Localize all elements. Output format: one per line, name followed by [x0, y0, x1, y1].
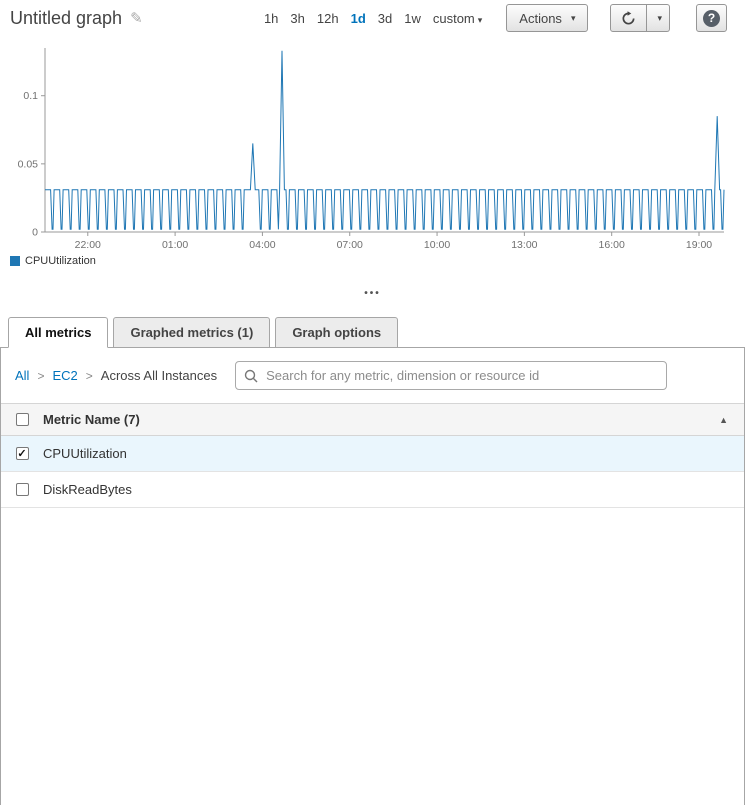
time-range-3d[interactable]: 3d: [378, 11, 392, 26]
search-input[interactable]: [235, 361, 667, 390]
actions-label: Actions: [519, 11, 562, 26]
refresh-dropdown-button[interactable]: ▾: [647, 4, 670, 32]
actions-button[interactable]: Actions ▾: [506, 4, 588, 32]
resize-handle[interactable]: •••: [0, 269, 745, 317]
svg-text:01:00: 01:00: [162, 239, 188, 248]
breadcrumb-item-across-all-instances: Across All Instances: [101, 368, 217, 383]
grip-icon: •••: [364, 288, 381, 299]
tab-graphed-metrics-1[interactable]: Graphed metrics (1): [113, 317, 270, 348]
breadcrumb-item-all[interactable]: All: [15, 368, 29, 383]
time-range-3h[interactable]: 3h: [290, 11, 304, 26]
chevron-down-icon: ▾: [571, 13, 576, 24]
select-all-cell: [1, 413, 43, 426]
time-range-group: 1h 3h 12h 1d 3d 1w custom▾: [258, 11, 488, 26]
time-range-1h[interactable]: 1h: [264, 11, 278, 26]
edit-icon[interactable]: ✎: [130, 9, 143, 27]
breadcrumb-item-ec2[interactable]: EC2: [52, 368, 77, 383]
search-icon: [244, 369, 258, 383]
search-box: [235, 361, 667, 390]
metrics-table-body: ✓ CPUUtilization DiskReadBytes: [1, 436, 744, 508]
refresh-split-button: ▾: [610, 4, 670, 32]
metric-chart[interactable]: 0 0.05 0.1 22:00 01:00 04:00 07:00 10:00 13:00 16…: [0, 36, 745, 269]
breadcrumb-separator: >: [37, 369, 44, 383]
metrics-panel: All > EC2 > Across All Instances Metric Name…: [0, 347, 745, 805]
metric-name-header[interactable]: Metric Name (7): [43, 412, 140, 427]
select-all-checkbox[interactable]: [16, 413, 29, 426]
svg-text:19:00: 19:00: [686, 239, 712, 248]
line-chart-svg: 0 0.05 0.1 22:00 01:00 04:00 07:00 10:00 13:00 16…: [0, 36, 745, 248]
metrics-browser: All > EC2 > Across All Instances: [1, 348, 744, 403]
chevron-down-icon: ▾: [657, 13, 662, 24]
svg-text:07:00: 07:00: [337, 239, 363, 248]
row-checkbox[interactable]: [16, 483, 29, 496]
table-row[interactable]: ✓ CPUUtilization: [1, 436, 744, 472]
time-range-1d[interactable]: 1d: [351, 11, 366, 26]
legend-label[interactable]: CPUUtilization: [25, 255, 96, 267]
graph-title: Untitled graph: [10, 8, 122, 29]
svg-text:0.1: 0.1: [23, 90, 38, 102]
legend-swatch: [10, 256, 20, 266]
svg-text:13:00: 13:00: [511, 239, 537, 248]
tab-graph-options[interactable]: Graph options: [275, 317, 398, 348]
refresh-icon: [621, 11, 636, 26]
chart-legend: CPUUtilization: [0, 253, 745, 269]
help-button[interactable]: ?: [696, 4, 727, 32]
help-icon: ?: [703, 10, 720, 27]
svg-text:16:00: 16:00: [599, 239, 625, 248]
chevron-down-icon: ▾: [478, 15, 483, 25]
graph-header: Untitled graph ✎ 1h 3h 12h 1d 3d 1w custom▾ Ac…: [0, 0, 745, 36]
metric-name: CPUUtilization: [43, 446, 127, 461]
breadcrumb-separator: >: [86, 369, 93, 383]
table-row[interactable]: DiskReadBytes: [1, 472, 744, 508]
row-checkbox[interactable]: ✓: [16, 447, 29, 460]
time-range-12h[interactable]: 12h: [317, 11, 339, 26]
tabs-bar: All metricsGraphed metrics (1)Graph opti…: [0, 317, 745, 347]
breadcrumb: All > EC2 > Across All Instances: [15, 368, 217, 383]
svg-text:0: 0: [32, 227, 38, 239]
refresh-button[interactable]: [610, 4, 647, 32]
metric-name: DiskReadBytes: [43, 482, 132, 497]
svg-text:22:00: 22:00: [75, 239, 101, 248]
svg-text:0.05: 0.05: [18, 158, 39, 170]
svg-text:10:00: 10:00: [424, 239, 450, 248]
tab-all-metrics[interactable]: All metrics: [8, 317, 108, 348]
svg-text:04:00: 04:00: [249, 239, 275, 248]
time-range-custom[interactable]: custom▾: [433, 11, 482, 26]
table-header[interactable]: Metric Name (7) ▲: [1, 403, 744, 436]
sort-ascending-icon[interactable]: ▲: [719, 415, 728, 425]
time-range-1w[interactable]: 1w: [404, 11, 421, 26]
table-row-partial: [1, 508, 744, 528]
